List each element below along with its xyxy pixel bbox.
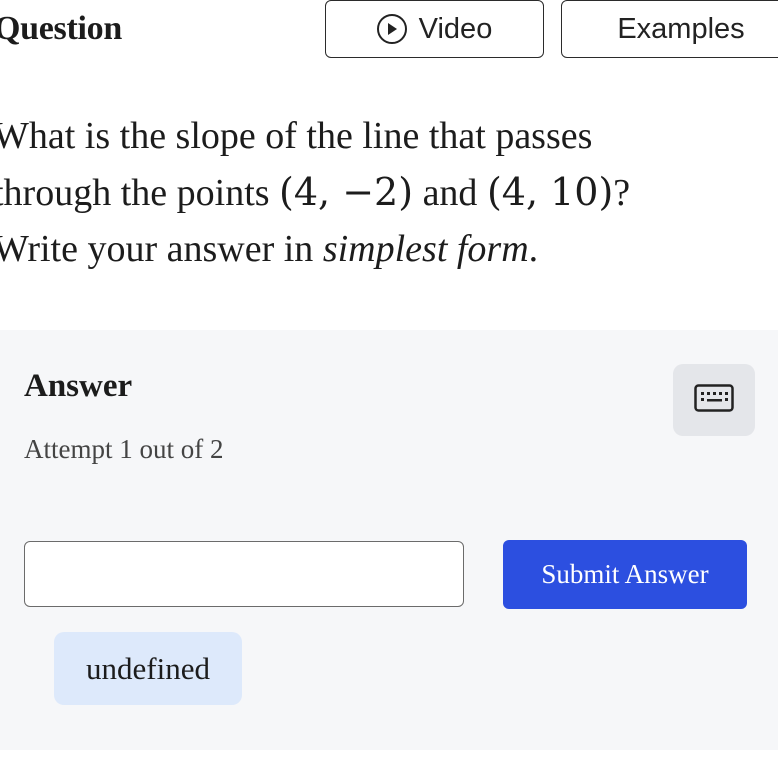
point-2: (4, 10) xyxy=(486,170,614,214)
keyboard-icon xyxy=(694,384,734,416)
question-line-1: What is the slope of the line that passe… xyxy=(0,115,593,157)
question-line-2: through the points (4, −2) and (4, 10)? xyxy=(0,164,778,221)
video-button[interactable]: Video xyxy=(325,0,544,58)
question-line-3-prefix: Write your answer in xyxy=(0,228,323,270)
question-line-2-suffix: ? xyxy=(613,172,631,214)
answer-chip-undefined[interactable]: undefined xyxy=(54,632,242,705)
section-title: Question xyxy=(0,10,122,47)
answer-input[interactable] xyxy=(24,541,464,607)
examples-button-label: Examples xyxy=(617,12,745,45)
question-line-3-suffix: . xyxy=(528,228,539,270)
play-circle-icon xyxy=(376,14,407,44)
question-text: What is the slope of the line that passe… xyxy=(0,108,778,277)
answer-heading: Answer xyxy=(24,368,133,404)
question-page: Question Video Examples What is the slop… xyxy=(0,0,778,762)
video-button-label: Video xyxy=(418,12,493,45)
question-line-3: Write your answer in simplest form. xyxy=(0,221,778,277)
question-conjunction: and xyxy=(413,172,487,214)
point-1: (4, −2) xyxy=(279,170,414,214)
submit-answer-button[interactable]: Submit Answer xyxy=(503,540,747,609)
examples-button[interactable]: Examples xyxy=(561,0,778,58)
question-line-2-prefix: through the points xyxy=(0,172,280,214)
keyboard-toggle-button[interactable] xyxy=(673,364,755,436)
attempt-counter: Attempt 1 out of 2 xyxy=(24,434,224,464)
question-emphasis: simplest form xyxy=(322,228,529,270)
